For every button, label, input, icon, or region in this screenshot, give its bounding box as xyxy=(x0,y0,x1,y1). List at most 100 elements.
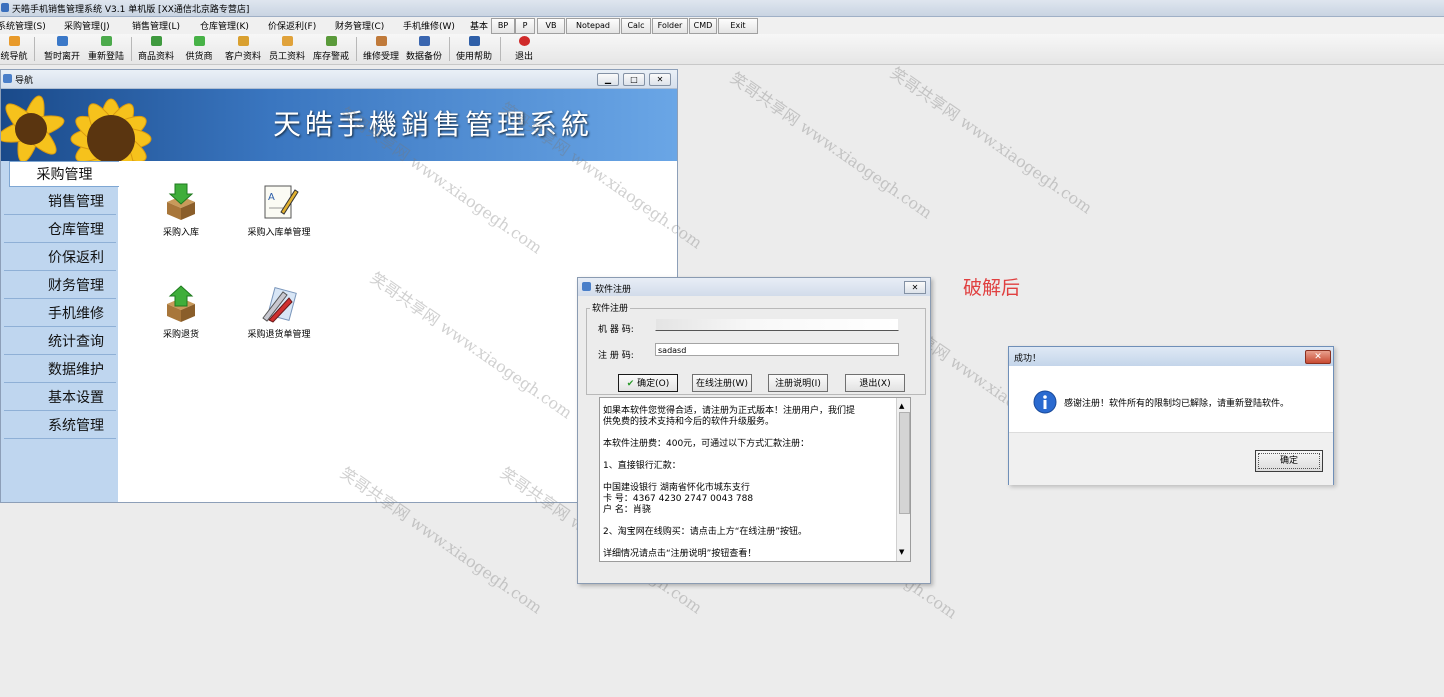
sidebar-item-basic-settings[interactable]: 基本设置 xyxy=(4,385,116,411)
registration-title-bar: 软件注册 ✕ xyxy=(578,278,930,296)
purchase-return-label: 采购退货 xyxy=(162,330,199,340)
close-button[interactable]: ✕ xyxy=(1305,350,1331,364)
success-message: 感谢注册！软件所有的限制均已解除，请重新登陆软件。 xyxy=(1064,399,1290,409)
sidebar-item-purchase[interactable]: 采购管理 xyxy=(9,161,119,187)
menu-system[interactable]: 系统管理(S) xyxy=(0,19,46,32)
toolbar-exit-button[interactable]: 退出 xyxy=(510,36,538,62)
toolbar-nav-label: 统导航 xyxy=(0,52,28,62)
app-title: 天皓手机销售管理系统 V3.1 单机版 [XX通信北京路专营店] xyxy=(12,5,250,15)
staff-icon xyxy=(281,36,293,46)
scroll-down-icon[interactable]: ▼ xyxy=(899,548,904,556)
svg-text:A: A xyxy=(268,192,275,203)
purchase-return-orders-shortcut[interactable]: 采购退货单管理 xyxy=(241,284,317,340)
toolbar-exit-label: 退出 xyxy=(514,52,533,62)
online-register-button[interactable]: 在线注册(W) xyxy=(692,374,752,392)
menu-purchase[interactable]: 采购管理(J) xyxy=(64,19,110,32)
menu-basic[interactable]: 基本 xyxy=(470,19,488,32)
menu-repair[interactable]: 手机维修(W) xyxy=(403,19,455,32)
app-title-bar: 天皓手机销售管理系统 V3.1 单机版 [XX通信北京路专营店] xyxy=(0,0,1444,17)
toolbar-backup-label: 数据备份 xyxy=(405,52,442,62)
menu-sales[interactable]: 销售管理(L) xyxy=(132,19,180,32)
toolbar-leave-label: 暂时离开 xyxy=(43,52,80,62)
register-help-button[interactable]: 注册说明(I) xyxy=(768,374,828,392)
toolbar-repair-label: 维修受理 xyxy=(362,52,399,62)
customers-icon xyxy=(237,36,249,46)
info-line: 户 名：肖骁 xyxy=(603,505,651,515)
sidebar-item-price-rebate[interactable]: 价保返利 xyxy=(4,245,116,271)
quick-bp-button[interactable]: BP xyxy=(491,18,515,34)
sidebar-item-warehouse[interactable]: 仓库管理 xyxy=(4,217,116,243)
sidebar-item-finance[interactable]: 财务管理 xyxy=(4,273,116,299)
quick-folder-button[interactable]: Folder xyxy=(652,18,688,34)
toolbar-separator xyxy=(356,37,357,61)
toolbar-help-button[interactable]: 使用帮助 xyxy=(453,36,495,62)
maximize-button[interactable]: □ xyxy=(623,73,645,86)
toolbar-backup-button[interactable]: 数据备份 xyxy=(403,36,445,62)
success-footer: 确定 xyxy=(1009,432,1333,485)
info-line: 卡 号：4367 4230 2747 0043 788 xyxy=(603,494,754,504)
stock-alert-icon xyxy=(325,36,337,46)
registration-dialog: 软件注册 ✕ 软件注册 机 器 码: 注 册 码: sadasd ✔ 确定(O)… xyxy=(577,277,931,584)
watermark-url: www.xiaogegh.com xyxy=(956,112,1096,218)
quick-cmd-button[interactable]: CMD xyxy=(689,18,717,34)
sidebar-item-statistics[interactable]: 统计查询 xyxy=(4,329,116,355)
close-button[interactable]: ✕ xyxy=(649,73,671,86)
menu-warehouse[interactable]: 仓库管理(K) xyxy=(200,19,249,32)
sidebar-item-sales[interactable]: 销售管理 xyxy=(4,189,116,215)
quick-vb-button[interactable]: VB xyxy=(537,18,565,34)
scroll-thumb[interactable] xyxy=(899,412,910,514)
toolbar-leave-button[interactable]: 暂时离开 xyxy=(40,36,84,62)
purchase-in-orders-shortcut[interactable]: A 采购入库单管理 xyxy=(241,182,317,238)
relogin-icon xyxy=(100,36,112,46)
confirm-button[interactable]: ✔ 确定(O) xyxy=(618,374,678,392)
menu-finance[interactable]: 财务管理(C) xyxy=(335,19,384,32)
success-dialog: 成功！ ✕ 感谢注册！软件所有的限制均已解除，请重新登陆软件。 确定 xyxy=(1008,346,1334,485)
scroll-up-icon[interactable]: ▲ xyxy=(899,402,904,410)
info-line: 如果本软件您觉得合适，请注册为正式版本！注册用户，我们提 xyxy=(603,406,856,416)
toolbar-help-label: 使用帮助 xyxy=(455,52,492,62)
toolbar-nav-button[interactable]: 统导航 xyxy=(0,36,30,62)
quick-notepad-button[interactable]: Notepad xyxy=(566,18,620,34)
registration-group-label: 软件注册 xyxy=(590,301,631,314)
machine-code-field[interactable] xyxy=(655,318,899,331)
toolbar-stock-alert-label: 库存警戒 xyxy=(312,52,349,62)
toolbar-separator xyxy=(131,37,132,61)
toolbar-staff-button[interactable]: 员工资料 xyxy=(266,36,308,62)
tools-icon xyxy=(262,287,297,323)
quick-calc-button[interactable]: Calc xyxy=(621,18,651,34)
watermark-url: www.xiaogegh.com xyxy=(406,512,546,618)
ok-button[interactable]: 确定 xyxy=(1255,450,1323,472)
toolbar-stock-alert-button[interactable]: 库存警戒 xyxy=(310,36,352,62)
toolbar-supplier-button[interactable]: 供货商 xyxy=(181,36,217,62)
sunflower-image xyxy=(1,95,152,161)
registration-title: 软件注册 xyxy=(595,285,632,295)
purchase-in-orders-label: 采购入库单管理 xyxy=(247,228,311,238)
sidebar-item-system[interactable]: 系统管理 xyxy=(4,413,116,439)
sidebar-item-repair[interactable]: 手机维修 xyxy=(4,301,116,327)
checkmark-icon: ✔ xyxy=(626,379,635,389)
toolbar-repair-button[interactable]: 维修受理 xyxy=(360,36,402,62)
menu-price-rebate[interactable]: 价保返利(F) xyxy=(268,19,316,32)
info-icon xyxy=(1033,390,1057,414)
close-button[interactable]: ✕ xyxy=(904,281,926,294)
toolbar-supplier-label: 供货商 xyxy=(185,52,213,62)
registration-code-field[interactable]: sadasd xyxy=(655,343,899,356)
toolbar-products-button[interactable]: 商品资料 xyxy=(135,36,177,62)
toolbar-relogin-button[interactable]: 重新登陆 xyxy=(85,36,127,62)
exit-button[interactable]: 退出(X) xyxy=(845,374,905,392)
quick-exit-button[interactable]: Exit xyxy=(718,18,758,34)
watermark-cn: 笑哥共享网 xyxy=(726,68,804,130)
minimize-button[interactable]: ▁ xyxy=(597,73,619,86)
quick-p-button[interactable]: P xyxy=(515,18,535,34)
watermark-cn: 笑哥共享网 xyxy=(886,63,964,125)
toolbar-customers-button[interactable]: 客户资料 xyxy=(222,36,264,62)
info-line: 2、淘宝网在线购买：请点击上方“在线注册”按钮。 xyxy=(603,527,808,537)
sidebar-item-data-maintenance[interactable]: 数据维护 xyxy=(4,357,116,383)
info-scrollbar[interactable]: ▲ ▼ xyxy=(896,398,910,561)
purchase-in-shortcut[interactable]: 采购入库 xyxy=(151,182,211,238)
repair-icon xyxy=(375,36,387,46)
machine-code-label: 机 器 码: xyxy=(598,325,634,335)
home-icon xyxy=(8,36,20,46)
purchase-return-shortcut[interactable]: 采购退货 xyxy=(151,284,211,340)
supplier-icon xyxy=(193,36,205,46)
